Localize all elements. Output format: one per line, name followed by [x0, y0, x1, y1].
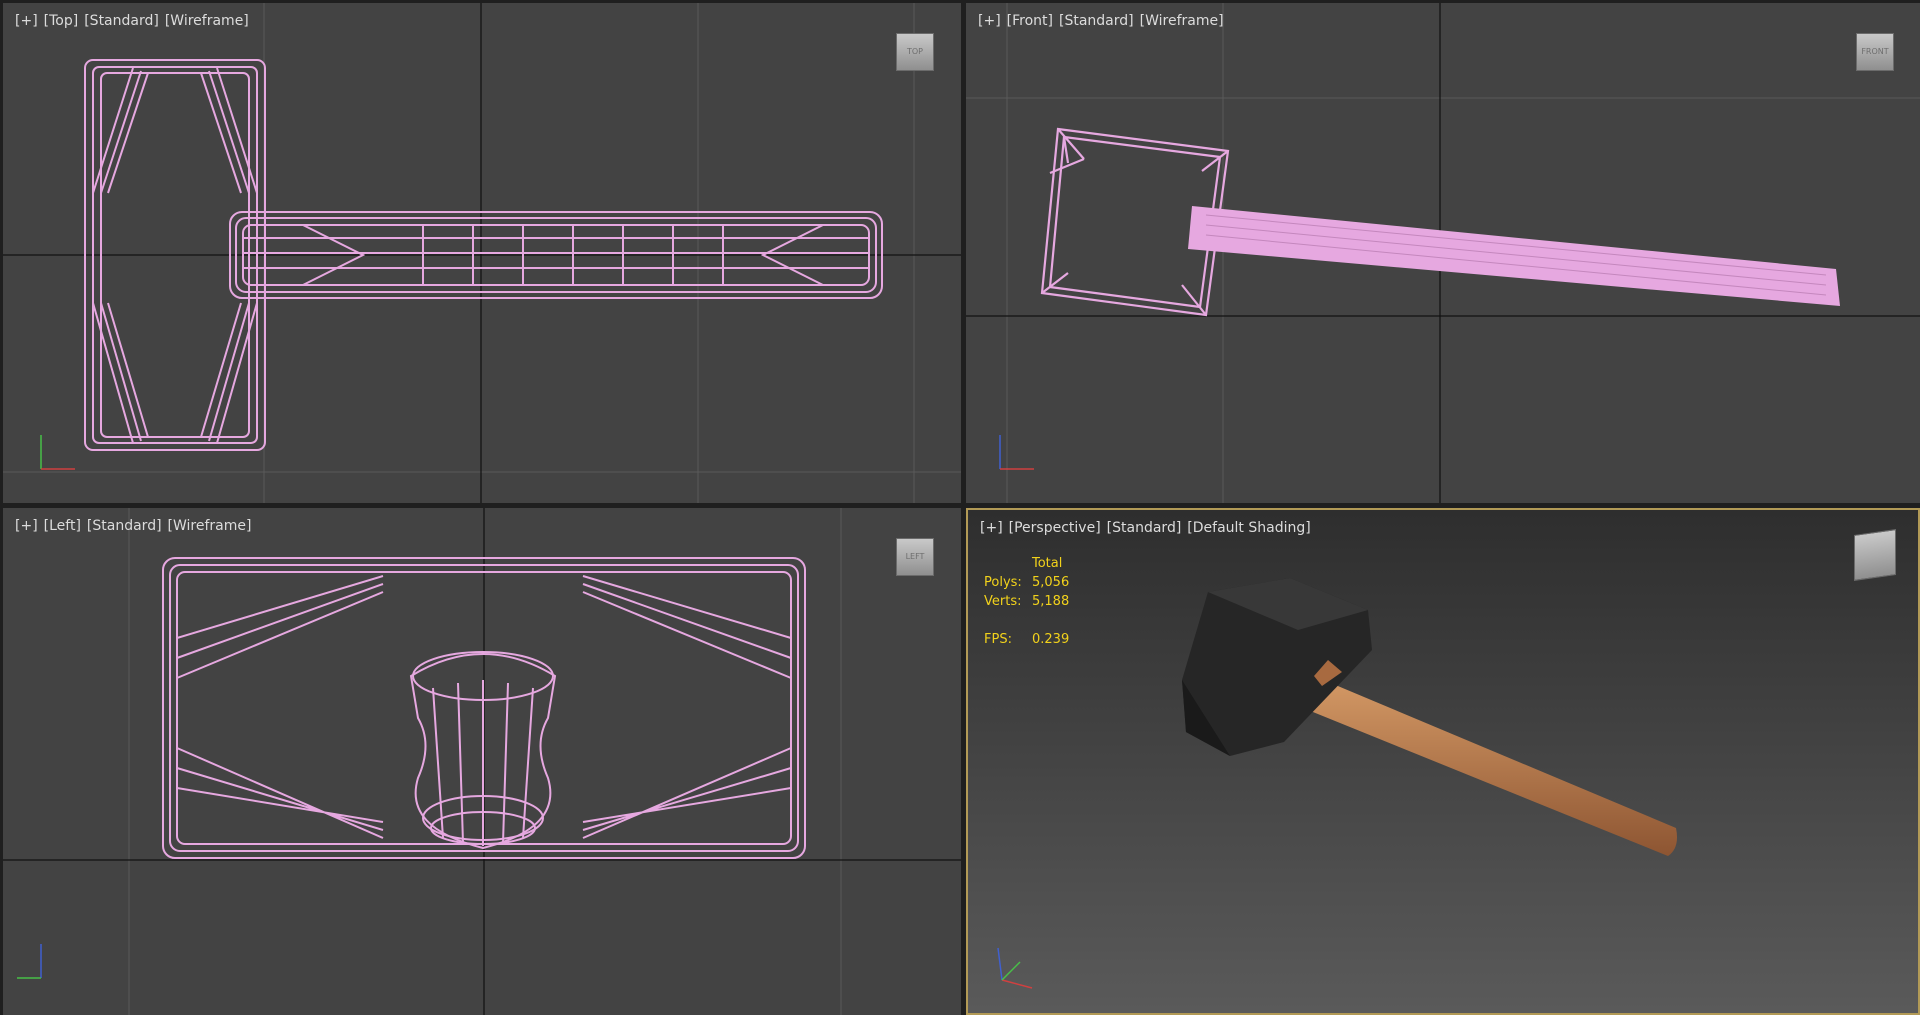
viewport-menu-plus[interactable]: [+] — [980, 520, 1003, 536]
viewport-shading[interactable]: [Default Shading] — [1187, 520, 1310, 536]
left-viewport-label[interactable]: [+] [Left] [Standard] [Wireframe] — [15, 518, 257, 534]
viewport-menu-plus[interactable]: [+] — [15, 518, 38, 534]
viewport-point-of-view[interactable]: [Top] — [44, 13, 79, 29]
viewport-standard[interactable]: [Standard] — [87, 518, 162, 534]
viewport-shading[interactable]: [Wireframe] — [165, 13, 249, 29]
top-viewport-label[interactable]: [+] [Top] [Standard] [Wireframe] — [15, 13, 255, 29]
top-viewport[interactable]: [+] [Top] [Standard] [Wireframe] TOP — [3, 3, 961, 503]
viewport-point-of-view[interactable]: [Left] — [44, 518, 81, 534]
viewport-standard[interactable]: [Standard] — [1059, 13, 1134, 29]
viewport-menu-plus[interactable]: [+] — [15, 13, 38, 29]
viewport-menu-plus[interactable]: [+] — [978, 13, 1001, 29]
hammer-handle-front — [1188, 206, 1840, 306]
axis-tripod-left — [17, 944, 42, 979]
perspective-viewport-scene — [997, 578, 1677, 989]
polys-value: 5,056 — [1032, 575, 1070, 590]
verts-label: Verts: — [984, 594, 1022, 609]
perspective-viewport-label[interactable]: [+] [Perspective] [Standard] [Default Shadi… — [980, 520, 1317, 536]
front-viewport[interactable]: [+] [Front] [Standard] [Wireframe] FRONT — [966, 3, 1920, 503]
viewcube-top[interactable]: TOP — [896, 33, 934, 71]
axis-tripod-top — [40, 435, 75, 470]
front-viewport-label[interactable]: [+] [Front] [Standard] [Wireframe] — [978, 13, 1230, 29]
left-viewport[interactable]: [+] [Left] [Standard] [Wireframe] LEFT — [3, 508, 961, 1015]
verts-value: 5,188 — [1032, 594, 1070, 609]
viewcube-perspective-icon[interactable] — [1854, 529, 1896, 581]
fps-value: 0.239 — [1032, 632, 1070, 647]
top-viewport-scene — [3, 3, 961, 503]
viewport-point-of-view[interactable]: [Perspective] — [1009, 520, 1101, 536]
axis-tripod-front — [999, 435, 1034, 470]
viewcube-front[interactable]: FRONT — [1856, 33, 1894, 71]
front-viewport-scene — [966, 3, 1920, 503]
viewport-shading[interactable]: [Wireframe] — [1140, 13, 1224, 29]
stats-header: Total — [1032, 556, 1063, 571]
statistics-overlay: Total Polys: 5,056 Verts: 5,188 FPS: 0.239 — [984, 554, 1069, 649]
axis-tripod-perspective — [997, 947, 1033, 989]
viewport-point-of-view[interactable]: [Front] — [1007, 13, 1053, 29]
viewport-standard[interactable]: [Standard] — [1107, 520, 1182, 536]
viewcube-left[interactable]: LEFT — [896, 538, 934, 576]
polys-label: Polys: — [984, 575, 1022, 590]
perspective-viewport[interactable]: [+] [Perspective] [Standard] [Default Shadi… — [966, 508, 1920, 1015]
viewport-layout: [+] [Top] [Standard] [Wireframe] TOP [+]… — [0, 0, 1920, 1015]
viewport-standard[interactable]: [Standard] — [84, 13, 159, 29]
viewport-shading[interactable]: [Wireframe] — [168, 518, 252, 534]
fps-label: FPS: — [984, 632, 1012, 647]
left-viewport-scene — [3, 508, 961, 1015]
hammer-shaded — [1182, 578, 1677, 856]
